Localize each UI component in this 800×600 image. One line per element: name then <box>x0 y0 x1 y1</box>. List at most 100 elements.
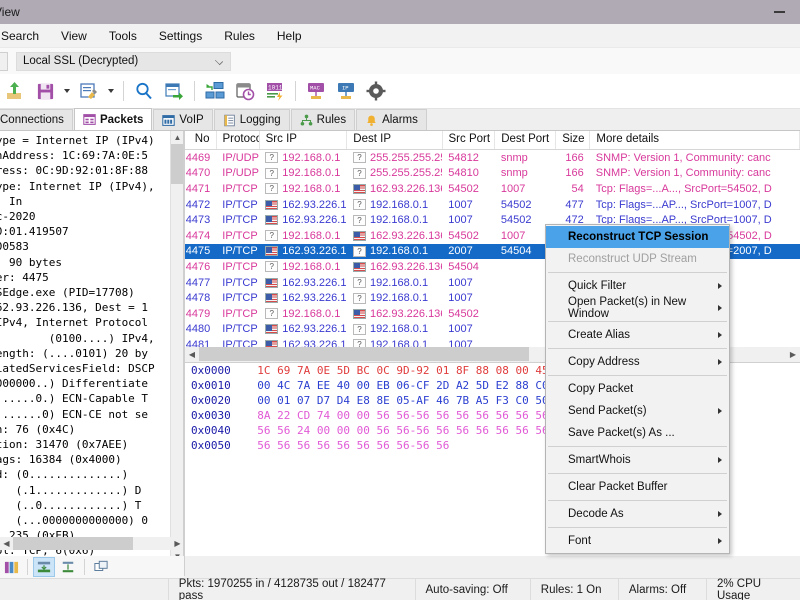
save-dropdown-caret[interactable] <box>60 76 74 106</box>
column-header-more[interactable]: More details <box>590 131 800 149</box>
ctx-decode-as[interactable]: Decode As <box>546 503 729 525</box>
cell-src_port: 1007 <box>442 214 495 226</box>
cell-dest_ip: ?255.255.255.255 <box>347 167 442 179</box>
ctx-quick-filter[interactable]: Quick Filter <box>546 275 729 297</box>
cell-text: 54 <box>572 183 584 195</box>
column-header-label: Src Port <box>449 133 491 145</box>
packet-detail-pane[interactable]: ET: Etype = Internet IP (IPv4)inationAdd… <box>0 131 184 575</box>
cell-src_ip: 162.93.226.136 <box>259 277 347 289</box>
tab-voip[interactable]: VoIP <box>153 109 212 130</box>
packet-row[interactable]: 4472IP/TCP162.93.226.136?192.168.0.11007… <box>185 197 800 213</box>
ctx-separator-2 <box>548 321 727 322</box>
scroll-thumb[interactable] <box>13 537 133 550</box>
tab-alarms[interactable]: Alarms <box>356 109 427 130</box>
menu-search[interactable]: Search <box>0 26 50 46</box>
menu-item-label: Decode As <box>568 508 624 520</box>
ctx-smartwhois[interactable]: SmartWhois <box>546 449 729 471</box>
hex-offset: 0x0050 <box>191 439 231 452</box>
cell-text: 1007 <box>448 199 472 211</box>
tab-label: Rules <box>317 114 346 126</box>
find-icon[interactable] <box>129 76 159 106</box>
ctx-font[interactable]: Font <box>546 530 729 552</box>
scroll-thumb[interactable] <box>171 144 184 184</box>
cell-text: IP/TCP <box>222 323 257 335</box>
settings-gear-icon[interactable] <box>361 76 391 106</box>
menu-settings[interactable]: Settings <box>148 26 213 46</box>
scroll-right-icon[interactable]: ▶ <box>171 537 184 550</box>
menu-help[interactable]: Help <box>266 26 313 46</box>
tab-label: VoIP <box>179 114 203 126</box>
adapter-start-button[interactable] <box>0 52 8 71</box>
scroll-left-icon[interactable]: ◀ <box>0 537 13 550</box>
menu-view[interactable]: View <box>50 26 98 46</box>
column-header-no[interactable]: No <box>185 131 217 149</box>
tab-packets[interactable]: Packets <box>74 108 152 130</box>
cell-no: 4472 <box>185 199 216 211</box>
log-edit-icon[interactable] <box>74 76 104 106</box>
packet-row[interactable]: 4471IP/TCP?192.168.0.1162.93.226.1365450… <box>185 181 800 197</box>
cell-text: SNMP: Version 1, Community: canc <box>596 152 771 164</box>
detail-horizontal-scrollbar[interactable]: ◀ ▶ <box>0 537 184 550</box>
scroll-left-icon[interactable]: ◀ <box>185 347 199 361</box>
tab-strip: ConnectionsPackets VoIP Logging Rules Alarms <box>0 109 800 131</box>
minimize-button[interactable] <box>758 0 800 24</box>
cell-text: 4478 <box>186 292 210 304</box>
save-icon[interactable] <box>30 76 60 106</box>
submenu-arrow-icon <box>718 283 722 289</box>
detail-vertical-scrollbar[interactable]: ▲ ▼ <box>170 131 183 563</box>
cell-protocol: IP/TCP <box>216 308 259 320</box>
ctx-copy-packet[interactable]: Copy Packet <box>546 378 729 400</box>
ctx-reconstruct-tcp-session[interactable]: Reconstruct TCP Session <box>546 226 729 248</box>
scheduler-icon[interactable] <box>230 76 260 106</box>
cell-src_port: 1007 <box>442 292 495 304</box>
ctx-create-alias[interactable]: Create Alias <box>546 324 729 346</box>
ctx-open-packets-new-window[interactable]: Open Packet(s) in New Window <box>546 297 729 319</box>
cell-text: IP/TCP <box>222 292 257 304</box>
split-icon[interactable] <box>57 557 79 577</box>
tab-rules[interactable]: Rules <box>291 109 355 130</box>
column-header-dest_port[interactable]: Dest Port╱ <box>495 131 556 149</box>
ctx-send-packets[interactable]: Send Packet(s) <box>546 400 729 422</box>
cell-text: 192.168.0.1 <box>282 152 340 164</box>
column-header-src_ip[interactable]: Src IP <box>260 131 348 149</box>
cell-text: 192.168.0.1 <box>282 183 340 195</box>
ip-alias-icon[interactable]: IP <box>331 76 361 106</box>
ctx-separator-3 <box>548 348 727 349</box>
hex-bytes-left: 00 4C 7A EE 40 00 EB 06 <box>257 379 409 392</box>
cell-protocol: IP/TCP <box>216 261 259 273</box>
ctx-clear-packet-buffer[interactable]: Clear Packet Buffer <box>546 476 729 498</box>
scroll-up-icon[interactable]: ▲ <box>171 131 184 144</box>
ctx-save-packets-as[interactable]: Save Packet(s) As ... <box>546 422 729 444</box>
context-menu[interactable]: Reconstruct TCP SessionReconstruct UDP S… <box>545 224 730 554</box>
ctx-copy-address[interactable]: Copy Address <box>546 351 729 373</box>
packet-row[interactable]: 4470IP/UDP?192.168.0.1?255.255.255.25554… <box>185 166 800 182</box>
column-header-src_port[interactable]: Src Port <box>443 131 496 149</box>
hex-bytes-right: 56 56 <box>416 439 449 452</box>
export-icon[interactable] <box>159 76 189 106</box>
packet-generator-icon[interactable]: 10110 <box>260 76 290 106</box>
menu-tools[interactable]: Tools <box>98 26 148 46</box>
toolbar-separator <box>295 81 296 101</box>
layout-columns-icon[interactable] <box>0 557 22 577</box>
log-dropdown-caret[interactable] <box>104 76 118 106</box>
column-header-size[interactable]: Size <box>556 131 590 149</box>
scroll-right-icon[interactable]: ▶ <box>786 347 800 361</box>
packet-row[interactable]: 4469IP/UDP?192.168.0.1?255.255.255.25554… <box>185 150 800 166</box>
mac-alias-icon[interactable]: MAC <box>301 76 331 106</box>
menu-rules[interactable]: Rules <box>213 26 266 46</box>
start-capture-icon[interactable] <box>0 76 30 106</box>
svg-text:10110: 10110 <box>268 85 285 92</box>
tab-connections[interactable]: Connections <box>0 109 73 130</box>
adapter-select[interactable]: Local SSL (Decrypted) <box>16 52 231 71</box>
scroll-thumb[interactable] <box>199 347 529 361</box>
detail-line: ess: SSEdge.exe (PID=17708) <box>0 285 184 300</box>
question-icon: ? <box>265 168 278 179</box>
cell-dest_port: 1007 <box>495 183 556 195</box>
cell-text: 192.168.0.1 <box>282 167 340 179</box>
column-header-dest_ip[interactable]: Dest IP <box>347 131 442 149</box>
detach-window-icon[interactable] <box>90 557 112 577</box>
dock-bottom-icon[interactable] <box>33 557 55 577</box>
column-header-protocol[interactable]: Protocol <box>217 131 260 149</box>
node-reassembly-icon[interactable] <box>200 76 230 106</box>
tab-logging[interactable]: Logging <box>214 109 290 130</box>
